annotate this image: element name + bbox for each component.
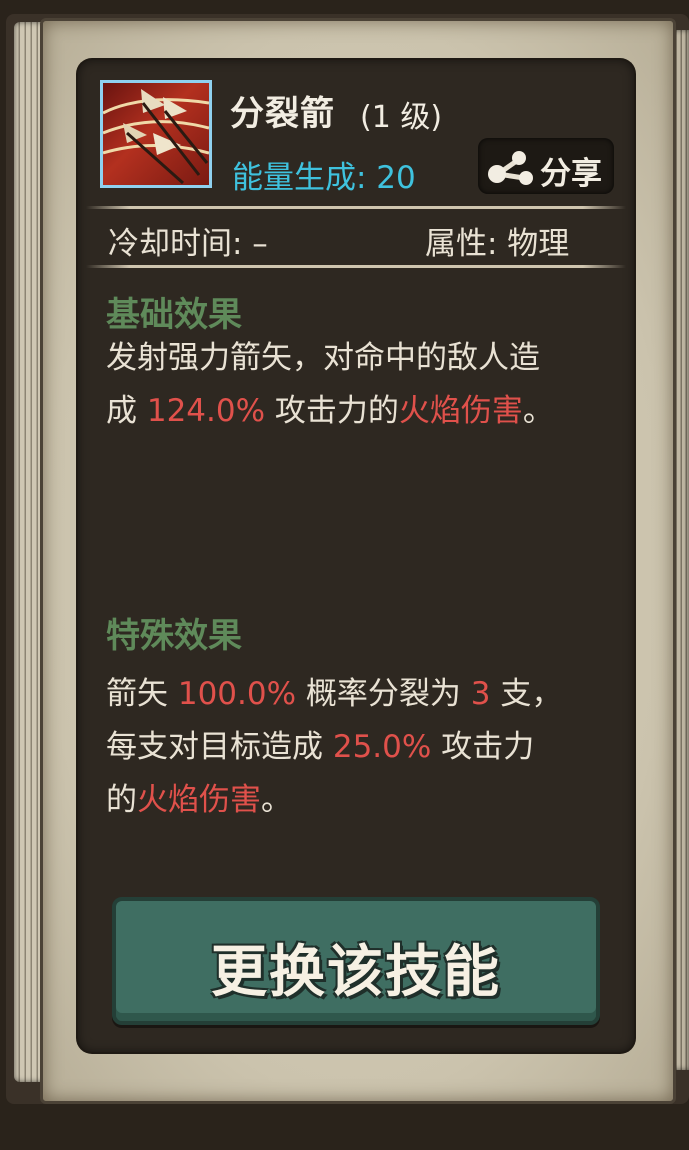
attribute-label: 属性: 物理 [425, 226, 570, 262]
special-effect-title: 特殊效果 [106, 616, 242, 656]
base-effect-title: 基础效果 [106, 295, 242, 335]
swap-skill-label: 更换该技能 [211, 940, 501, 1005]
energy-generation: 能量生成: 20 [232, 160, 416, 196]
special-effect-line-1: 箭矢 100.0% 概率分裂为 3 支， [106, 676, 563, 712]
special-effect-line-3: 的火焰伤害。 [106, 782, 292, 818]
share-label: 分享 [540, 156, 602, 192]
base-effect-line-1: 发射强力箭矢，对命中的敌人造 [106, 340, 540, 376]
split-damage-value: 25.0% [332, 729, 432, 765]
base-effect-line-2: 成 124.0% 攻击力的火焰伤害。 [106, 393, 554, 429]
cooldown-label: 冷却时间: – [108, 226, 268, 262]
split-count-value: 3 [470, 676, 491, 712]
share-button[interactable]: 分享 [478, 138, 614, 194]
special-effect-line-2: 每支对目标造成 25.0% 攻击力 [106, 729, 535, 765]
fire-damage-text-2: 火焰伤害 [137, 782, 261, 818]
base-effect-description: 发射强力箭矢，对命中的敌人造 成 124.0% 攻击力的火焰伤害。 [106, 332, 616, 438]
split-chance-value: 100.0% [177, 676, 297, 712]
share-icon [488, 151, 533, 185]
skill-level: (1 级) [360, 100, 443, 135]
divider-bottom [86, 265, 626, 268]
swap-skill-button[interactable]: 更换该技能 [112, 897, 600, 1025]
fire-damage-text: 火焰伤害 [398, 393, 523, 429]
skill-name: 分裂箭 [230, 94, 335, 134]
divider-top [86, 206, 626, 209]
split-arrow-icon [100, 80, 212, 188]
damage-percent-value: 124.0% [146, 393, 266, 429]
special-effect-description: 箭矢 100.0% 概率分裂为 3 支， 每支对目标造成 25.0% 攻击力 的… [106, 668, 616, 827]
